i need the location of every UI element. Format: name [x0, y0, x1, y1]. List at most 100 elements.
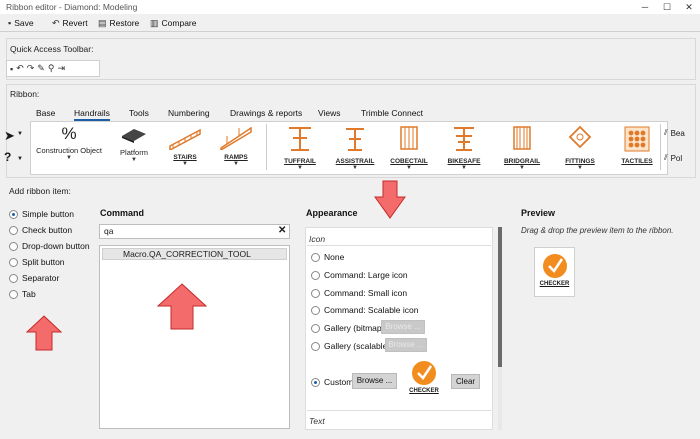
radio-label: Gallery (bitmap): [324, 323, 385, 333]
save-label: Save: [14, 18, 34, 28]
chevron-down-icon[interactable]: ▼: [17, 156, 23, 162]
radio-tab[interactable]: Tab: [9, 289, 90, 299]
pencil-icon[interactable]: ✎: [37, 63, 45, 74]
platform-label: Platform: [120, 148, 148, 157]
platform-button[interactable]: Platform ▼: [112, 124, 156, 163]
fittings-button[interactable]: FITTINGS ▼: [556, 124, 604, 171]
search-value: qa: [104, 226, 114, 236]
add-item-label: Add ribbon item:: [9, 186, 71, 196]
revert-icon: ↶: [52, 17, 60, 28]
tab-handrails[interactable]: Handrails: [74, 108, 110, 121]
radio-label: Tab: [22, 289, 36, 299]
tab-numbering[interactable]: Numbering: [168, 108, 210, 118]
chevron-down-icon: ▼: [297, 165, 303, 171]
main-toolbar: ▪ Save ↶ Revert ▤ Restore ▥ Compare: [0, 14, 700, 32]
command-list[interactable]: [99, 245, 290, 429]
clear-search-icon[interactable]: ✕: [278, 225, 286, 236]
compare-button[interactable]: ▥ Compare: [150, 17, 196, 29]
list-item[interactable]: Macro.QA_CORRECTION_TOOL: [102, 248, 287, 260]
radio-indicator: [9, 289, 18, 299]
maximize-icon[interactable]: ☐: [658, 0, 676, 14]
save-icon: ▪: [8, 18, 12, 28]
radio-separator[interactable]: Separator: [9, 273, 90, 283]
construction-object-button[interactable]: % Construction Object ▼: [34, 124, 104, 161]
custom-browse-button[interactable]: Browse ...: [352, 373, 397, 389]
radio-label: Simple button: [22, 209, 74, 219]
radio-custom[interactable]: Custom: [311, 377, 353, 387]
restore-button[interactable]: ▤ Restore: [98, 17, 139, 29]
clear-button[interactable]: Clear: [451, 374, 480, 389]
stairs-button[interactable]: STAIRS ▼: [163, 124, 207, 167]
revert-button[interactable]: ↶ Revert: [52, 17, 88, 29]
custom-icon-preview: CHECKER: [406, 360, 442, 394]
radio-command-large-icon[interactable]: Command: Large icon: [311, 270, 408, 280]
checker-icon: [412, 361, 436, 385]
beam-button[interactable]: ⫽ Bea: [664, 128, 685, 138]
command-search-input[interactable]: qa: [99, 224, 290, 239]
radio-label: None: [324, 252, 345, 262]
tab-drawings-reports[interactable]: Drawings & reports: [230, 108, 302, 118]
radio-indicator: [311, 341, 320, 351]
bikesafe-button[interactable]: BIKESAFE ▼: [441, 124, 487, 171]
pointer-icon[interactable]: ➤: [4, 128, 15, 144]
radio-command-small-icon[interactable]: Command: Small icon: [311, 288, 407, 298]
radio-split-button[interactable]: Split button: [9, 257, 90, 267]
polybeam-label: Pol: [670, 153, 683, 163]
radio-label: Split button: [22, 257, 65, 267]
chevron-down-icon[interactable]: ▼: [17, 131, 23, 137]
beam-icon: ⫽: [664, 128, 668, 137]
chevron-down-icon: ▼: [182, 161, 188, 167]
tactiles-button[interactable]: TACTILES: [614, 124, 660, 165]
radio-indicator: [9, 209, 18, 219]
radio-indicator: [311, 252, 320, 262]
radio-gallery-scalable[interactable]: Gallery (scalable): [311, 341, 390, 351]
radio-gallery-bitmap[interactable]: Gallery (bitmap): [311, 323, 384, 333]
radio-check-button[interactable]: Check button: [9, 225, 90, 235]
wand-icon[interactable]: ⚲: [48, 63, 55, 74]
annotation-arrow-up: [26, 315, 62, 351]
undo-icon[interactable]: ↶: [16, 63, 24, 74]
ramps-button[interactable]: RAMPS ▼: [214, 124, 258, 167]
save-icon[interactable]: ▪: [10, 64, 13, 74]
radio-label: Command: Scalable icon: [324, 305, 419, 315]
bridgrail-button[interactable]: BRIDGRAIL ▼: [497, 124, 547, 171]
gallery-bitmap-browse-button[interactable]: Browse ...: [381, 320, 425, 334]
close-icon[interactable]: ✕: [680, 0, 698, 14]
polybeam-button[interactable]: ⫽ Pol: [664, 153, 682, 163]
tab-views[interactable]: Views: [318, 108, 341, 118]
cobectail-button[interactable]: COBECTAIL ▼: [386, 124, 432, 171]
tab-tools[interactable]: Tools: [129, 108, 149, 118]
radio-indicator: [9, 225, 18, 235]
help-icon[interactable]: ?: [4, 150, 11, 164]
qat-section: [6, 38, 696, 80]
icon-section-label: Icon: [309, 234, 326, 244]
scrollbar-thumb[interactable]: [498, 227, 502, 367]
cobectail-icon: [400, 126, 418, 150]
minimize-icon[interactable]: ─: [636, 0, 654, 14]
gallery-scalable-browse-button[interactable]: Browse ...: [385, 338, 427, 352]
tab-base[interactable]: Base: [36, 108, 55, 118]
stairs-label: STAIRS: [173, 154, 197, 161]
radio-label: Drop-down button: [22, 241, 90, 251]
radio-none[interactable]: None: [311, 252, 344, 262]
preview-item-label: CHECKER: [539, 281, 570, 287]
assistrail-icon: [346, 128, 364, 151]
qat-label: Quick Access Toolbar:: [10, 44, 94, 54]
radio-indicator: [311, 323, 320, 333]
export-icon[interactable]: ⇥: [57, 63, 65, 74]
percent-icon: %: [61, 124, 77, 143]
radio-simple-button[interactable]: Simple button: [9, 209, 90, 219]
radio-command-scalable-icon[interactable]: Command: Scalable icon: [311, 305, 419, 315]
assistrail-button[interactable]: ASSISTRAIL ▼: [332, 124, 378, 171]
bikesafe-icon: [454, 127, 474, 151]
redo-icon[interactable]: ↷: [27, 63, 35, 74]
scrollbar[interactable]: [498, 227, 502, 430]
save-button[interactable]: ▪ Save: [8, 17, 34, 29]
preview-item[interactable]: CHECKER: [534, 247, 575, 297]
qat-bar[interactable]: ▪ ↶ ↷ ✎ ⚲ ⇥: [6, 60, 100, 77]
tab-trimble-connect[interactable]: Trimble Connect: [361, 108, 423, 118]
chevron-down-icon: ▼: [233, 161, 239, 167]
radio-dropdown-button[interactable]: Drop-down button: [9, 241, 90, 251]
tuffrail-button[interactable]: TUFFRAIL ▼: [278, 124, 322, 171]
construction-object-label: Construction Object: [36, 146, 102, 155]
